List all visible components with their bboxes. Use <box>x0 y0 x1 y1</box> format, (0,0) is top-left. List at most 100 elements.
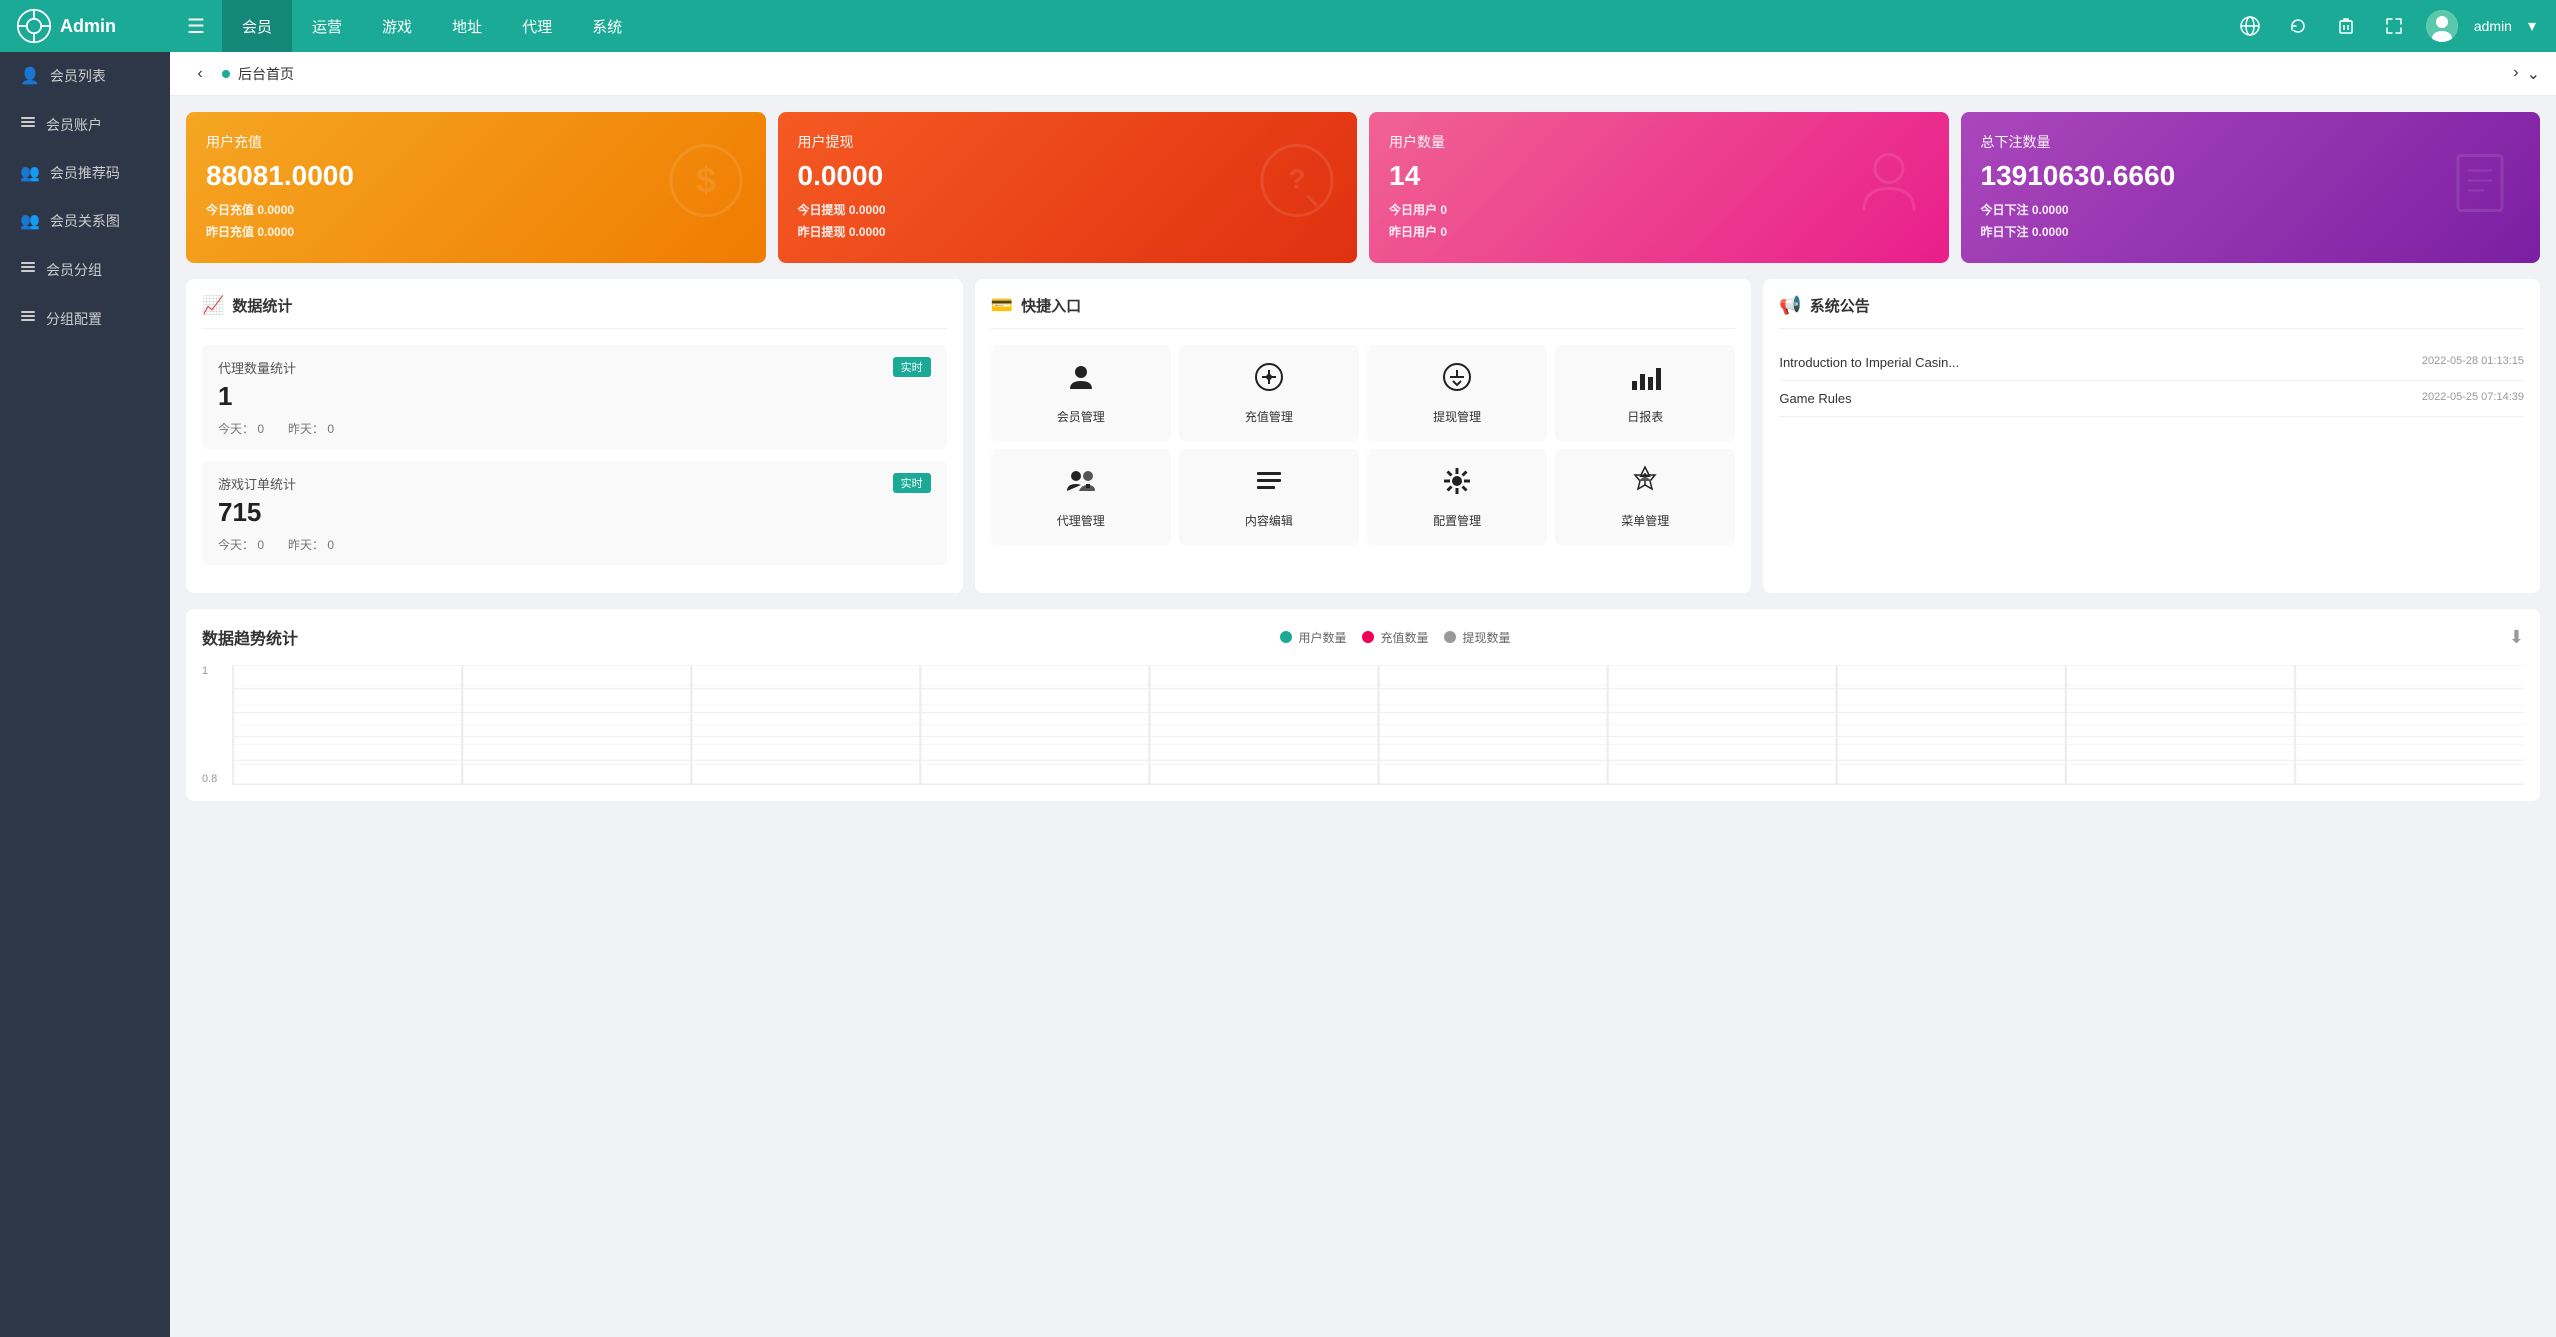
quick-config-label: 配置管理 <box>1433 512 1481 529</box>
relationship-icon: 👥 <box>20 211 40 231</box>
quick-menu-icon <box>1629 465 1661 504</box>
logo-icon <box>16 8 52 44</box>
legend-dot-withdraw <box>1444 631 1456 643</box>
svg-text:$: $ <box>695 159 715 200</box>
main-layout: 👤 会员列表 会员账户 👥 会员推荐码 👥 会员关系图 会员分组 <box>0 52 2556 1337</box>
avatar[interactable] <box>2426 10 2458 42</box>
admin-name-label: admin <box>2474 18 2512 34</box>
stat-card-bets: 总下注数量 13910630.6660 今日下注 0.0000 昨日下注 0.0… <box>1961 112 2541 263</box>
collapse-button[interactable]: ⌄ <box>2527 64 2540 84</box>
game-stat-sub: 今天： 0 昨天： 0 <box>218 536 931 553</box>
quick-agent-icon <box>1065 465 1097 504</box>
agent-stat-item: 代理数量统计 实时 1 今天： 0 昨天： 0 <box>202 345 947 449</box>
breadcrumb-bar: ‹ 后台首页 › ⌄ <box>170 52 2556 96</box>
agent-today: 今天： 0 <box>218 420 264 437</box>
dropdown-chevron-icon[interactable]: ▾ <box>2528 16 2536 36</box>
agent-stat-header: 代理数量统计 实时 <box>218 357 931 377</box>
sidebar-item-member-group[interactable]: 会员分组 <box>0 245 170 294</box>
system-notice-panel: 📢 系统公告 Introduction to Imperial Casin...… <box>1763 279 2540 593</box>
stat-card-withdraw: 用户提现 0.0000 今日提现 0.0000 昨日提现 0.0000 ? <box>778 112 1358 263</box>
nav-item-member[interactable]: 会员 <box>222 0 292 52</box>
legend-dot-recharge <box>1362 631 1374 643</box>
nav-item-games[interactable]: 游戏 <box>362 0 432 52</box>
agent-stat-value: 1 <box>218 381 931 412</box>
announcement-text-0: Introduction to Imperial Casin... <box>1779 355 2414 370</box>
quick-agent-mgmt[interactable]: 代理管理 <box>991 449 1171 545</box>
sidebar-item-group-config[interactable]: 分组配置 <box>0 294 170 343</box>
legend-withdraw: 提现数量 <box>1444 629 1510 646</box>
fullscreen-icon[interactable] <box>2378 10 2410 42</box>
nav-item-system[interactable]: 系统 <box>572 0 642 52</box>
announcement-date-0: 2022-05-28 01:13:15 <box>2422 355 2524 367</box>
nav-item-agent[interactable]: 代理 <box>502 0 572 52</box>
recharge-icon: $ <box>666 140 746 235</box>
breadcrumb-indicator <box>222 70 230 78</box>
top-navigation: Admin ☰ 会员 运营 游戏 地址 代理 系统 <box>0 0 2556 52</box>
content-area: ‹ 后台首页 › ⌄ 用户充值 88081.0000 今日充值 0.0000 昨… <box>170 52 2556 1337</box>
quick-member-mgmt[interactable]: 会员管理 <box>991 345 1171 441</box>
trend-header: 数据趋势统计 用户数量 充值数量 提现数量 ⬇ <box>202 625 2524 649</box>
download-button[interactable]: ⬇ <box>2509 627 2524 648</box>
announcement-item-0[interactable]: Introduction to Imperial Casin... 2022-0… <box>1779 345 2524 381</box>
back-button[interactable]: ‹ <box>186 60 214 88</box>
data-stats-title: 📈 数据统计 <box>202 295 947 329</box>
quick-withdraw-label: 提现管理 <box>1433 408 1481 425</box>
quick-menu-label: 菜单管理 <box>1621 512 1669 529</box>
y-label-1: 1 <box>202 665 208 677</box>
megaphone-icon: 📢 <box>1779 295 1801 316</box>
legend-recharge: 充值数量 <box>1362 629 1428 646</box>
bets-icon <box>2440 140 2520 235</box>
agent-realtime-badge: 实时 <box>893 357 931 377</box>
quick-report-icon <box>1629 361 1661 400</box>
quick-config-mgmt[interactable]: 配置管理 <box>1367 449 1547 545</box>
quick-recharge-mgmt[interactable]: 充值管理 <box>1179 345 1359 441</box>
agent-stat-sub: 今天： 0 昨天： 0 <box>218 420 931 437</box>
credit-card-icon: 💳 <box>991 295 1013 316</box>
sidebar-item-relationship[interactable]: 👥 会员关系图 <box>0 197 170 245</box>
globe-icon[interactable] <box>2234 10 2266 42</box>
sidebar-item-referral-code[interactable]: 👥 会员推荐码 <box>0 149 170 197</box>
sidebar-item-member-account[interactable]: 会员账户 <box>0 100 170 149</box>
quick-content-edit[interactable]: 内容编辑 <box>1179 449 1359 545</box>
quick-config-icon <box>1441 465 1473 504</box>
trend-title: 数据趋势统计 <box>202 625 298 649</box>
member-group-icon <box>20 259 36 280</box>
forward-button[interactable]: › <box>2513 64 2518 84</box>
quick-menu-mgmt[interactable]: 菜单管理 <box>1555 449 1735 545</box>
y-label-2: 0.8 <box>202 773 217 785</box>
quick-recharge-label: 充值管理 <box>1245 408 1293 425</box>
nav-items: 会员 运营 游戏 地址 代理 系统 <box>222 0 2234 52</box>
announcement-date-1: 2022-05-25 07:14:39 <box>2422 391 2524 403</box>
stats-cards: 用户充值 88081.0000 今日充值 0.0000 昨日充值 0.0000 … <box>186 112 2540 263</box>
quick-agent-label: 代理管理 <box>1057 512 1105 529</box>
refresh-icon[interactable] <box>2282 10 2314 42</box>
member-list-icon: 👤 <box>20 66 40 86</box>
quick-withdraw-icon <box>1441 361 1473 400</box>
quick-withdraw-mgmt[interactable]: 提现管理 <box>1367 345 1547 441</box>
nav-toggle-button[interactable]: ☰ <box>170 0 222 52</box>
trend-legend: 用户数量 充值数量 提现数量 <box>1280 629 1510 646</box>
hamburger-icon: ☰ <box>187 14 205 39</box>
withdraw-icon: ? <box>1257 140 1337 235</box>
trend-section: 数据趋势统计 用户数量 充值数量 提现数量 ⬇ <box>186 609 2540 801</box>
logo-text: Admin <box>60 16 116 37</box>
sidebar: 👤 会员列表 会员账户 👥 会员推荐码 👥 会员关系图 会员分组 <box>0 52 170 1337</box>
game-stat-header: 游戏订单统计 实时 <box>218 473 931 493</box>
stat-card-recharge: 用户充值 88081.0000 今日充值 0.0000 昨日充值 0.0000 … <box>186 112 766 263</box>
delete-icon[interactable] <box>2330 10 2362 42</box>
chart-trend-icon: 📈 <box>202 295 224 316</box>
announcement-item-1[interactable]: Game Rules 2022-05-25 07:14:39 <box>1779 381 2524 417</box>
quick-daily-report[interactable]: 日报表 <box>1555 345 1735 441</box>
referral-icon: 👥 <box>20 163 40 183</box>
nav-item-operations[interactable]: 运营 <box>292 0 362 52</box>
logo-area: Admin <box>0 8 170 44</box>
announcement-text-1: Game Rules <box>1779 391 2414 406</box>
game-yesterday: 昨天： 0 <box>288 536 334 553</box>
system-notice-title: 📢 系统公告 <box>1779 295 2524 329</box>
nav-item-address[interactable]: 地址 <box>432 0 502 52</box>
sidebar-item-member-list[interactable]: 👤 会员列表 <box>0 52 170 100</box>
svg-text:?: ? <box>1288 163 1305 194</box>
quick-member-label: 会员管理 <box>1057 408 1105 425</box>
quick-report-label: 日报表 <box>1627 408 1663 425</box>
quick-content-label: 内容编辑 <box>1245 512 1293 529</box>
